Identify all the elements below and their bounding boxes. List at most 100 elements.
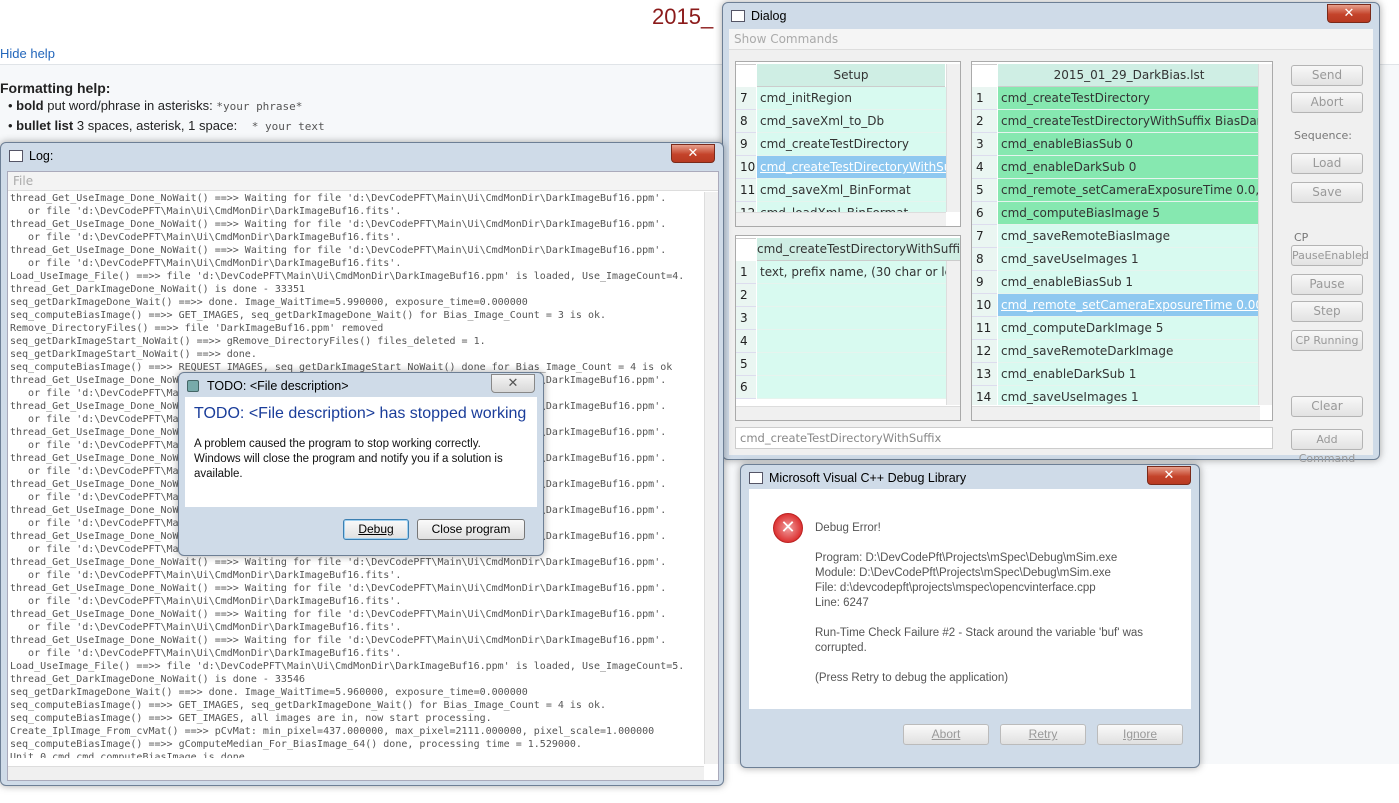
table-row[interactable]: 9 cmd_createTestDirectory — [736, 133, 946, 156]
row-number: 10 — [972, 294, 997, 317]
command-cell[interactable]: cmd_saveUseImages 1 — [998, 248, 1260, 271]
table-row[interactable]: 6 cmd_computeBiasImage 5 — [972, 202, 1260, 225]
row-number: 3 — [736, 307, 756, 330]
dialog-client: Show Commands Setup 7 cmd_initRegion 8 cmd_… — [729, 29, 1373, 465]
table-row[interactable]: 7 cmd_saveRemoteBiasImage — [972, 225, 1260, 248]
table-row[interactable]: 11 cmd_saveXml_BinFormat — [736, 179, 946, 202]
table-row[interactable]: 4 cmd_enableDarkSub 0 — [972, 156, 1260, 179]
command-cell[interactable]: cmd_saveXml_BinFormat — [757, 179, 946, 202]
command-cell[interactable]: cmd_enableBiasSub 1 — [998, 271, 1260, 294]
pause-button[interactable]: Pause — [1291, 274, 1363, 295]
debug-file: File: d:\devcodepft\projects\mspec\openc… — [815, 582, 1096, 594]
table-row[interactable]: 8 cmd_saveXml_to_Db — [736, 110, 946, 133]
command-cell[interactable]: cmd_enableDarkSub 1 — [998, 363, 1260, 386]
corner-cell — [972, 64, 997, 65]
log-line: or file 'd:\DevCodePFT\Main\Ui\CmdMonDir… — [10, 206, 402, 217]
send-button[interactable]: Send — [1291, 65, 1363, 86]
log-hscroll[interactable] — [8, 766, 704, 780]
load-button[interactable]: Load — [1291, 153, 1363, 174]
todo-error-dialog: TODO: <File description> ✕ TODO: <File d… — [178, 372, 544, 556]
command-cell[interactable]: cmd_saveXml_to_Db — [757, 110, 946, 133]
command-cell[interactable]: cmd_computeDarkImage 5 — [998, 317, 1260, 340]
log-file-menu[interactable]: File — [8, 172, 718, 191]
table-row[interactable]: 2 — [736, 284, 946, 307]
row-number: 11 — [972, 317, 997, 340]
table-row[interactable]: 1text, prefix name, (30 char or less) — [736, 261, 946, 284]
close-icon[interactable]: ✕ — [1147, 466, 1191, 485]
row-number: 8 — [736, 110, 756, 133]
debug-button[interactable]: Debug — [343, 519, 409, 540]
table-row[interactable]: 1 cmd_createTestDirectory — [972, 87, 1260, 110]
table-row[interactable]: 3 cmd_enableBiasSub 0 — [972, 133, 1260, 156]
table-row[interactable]: 14 cmd_saveUseImages 1 — [972, 386, 1260, 405]
command-cell[interactable]: cmd_remote_setCameraExposureTime 0.0, 10… — [998, 179, 1260, 202]
command-cell[interactable]: cmd_createTestDirectoryWithSuffix BiasDa… — [998, 110, 1260, 133]
table-row[interactable]: 6 — [736, 376, 946, 399]
sequence-hscroll[interactable] — [972, 406, 1260, 420]
abort-button[interactable]: Abort — [903, 724, 989, 745]
close-icon[interactable]: ✕ — [671, 144, 715, 163]
close-icon[interactable]: ✕ — [491, 374, 535, 393]
table-row[interactable]: 5 — [736, 353, 946, 376]
add-command-button[interactable]: Add Command — [1291, 429, 1363, 465]
command-cell[interactable] — [757, 353, 946, 376]
close-program-button[interactable]: Close program — [417, 519, 525, 540]
log-line: seq_computeBiasImage() ==>> GET_IMAGES, … — [10, 700, 607, 711]
param-grid[interactable]: cmd_createTestDirectoryWithSuffix 1 text,… — [735, 235, 961, 421]
table-row[interactable]: 13 cmd_enableDarkSub 1 — [972, 363, 1260, 386]
command-cell[interactable] — [757, 330, 946, 353]
sequence-grid[interactable]: 2015_01_29_DarkBias.lst 1 cmd_createTestD… — [971, 61, 1273, 421]
save-button[interactable]: Save — [1291, 182, 1363, 203]
command-cell[interactable]: cmd_enableBiasSub 0 — [998, 133, 1260, 156]
table-row[interactable]: 2 cmd_createTestDirectoryWithSuffix BiasD… — [972, 110, 1260, 133]
ignore-button[interactable]: Ignore — [1097, 724, 1183, 745]
table-row[interactable]: 5 cmd_remote_setCameraExposureTime 0.0, 1… — [972, 179, 1260, 202]
command-input[interactable]: cmd_createTestDirectoryWithSuffix — [735, 427, 1273, 449]
command-cell[interactable]: cmd_saveRemoteBiasImage — [998, 225, 1260, 248]
table-row[interactable]: 9 cmd_enableBiasSub 1 — [972, 271, 1260, 294]
step-button[interactable]: Step — [1291, 301, 1363, 322]
param-header: cmd_createTestDirectoryWithSuffix — [757, 238, 960, 261]
setup-vscroll[interactable] — [946, 64, 960, 212]
table-row[interactable]: 10cmd_createTestDirectoryWithSuffix — [736, 156, 946, 179]
close-icon[interactable]: ✕ — [1327, 4, 1371, 23]
command-cell[interactable]: cmd_saveRemoteDarkImage — [998, 340, 1260, 363]
retry-button[interactable]: Retry — [1000, 724, 1086, 745]
table-row[interactable]: 12 cmd_saveRemoteDarkImage — [972, 340, 1260, 363]
hide-help-link[interactable]: Hide help — [0, 46, 55, 61]
command-cell[interactable] — [757, 376, 946, 399]
table-row[interactable]: 7 cmd_initRegion — [736, 87, 946, 110]
table-row[interactable]: 11 cmd_computeDarkImage 5 — [972, 317, 1260, 340]
table-row[interactable]: 8 cmd_saveUseImages 1 — [972, 248, 1260, 271]
setup-grid[interactable]: Setup 7 cmd_initRegion 8 cmd_saveXml_to_Db 9… — [735, 61, 961, 227]
clear-button[interactable]: Clear — [1291, 396, 1363, 417]
command-cell[interactable]: cmd_computeBiasImage 5 — [998, 202, 1260, 225]
show-commands-menu[interactable]: Show Commands — [729, 29, 1373, 50]
row-number: 5 — [736, 353, 756, 376]
table-row[interactable]: 12cmd_loadXml_BinFormat — [736, 202, 946, 212]
command-cell[interactable]: cmd_remote_setCameraExposureTime 0.002, … — [998, 294, 1260, 317]
command-cell[interactable]: cmd_saveUseImages 1 — [998, 386, 1260, 405]
command-cell[interactable]: cmd_initRegion — [757, 87, 946, 110]
command-cell[interactable]: text, prefix name, (30 char or less) — [757, 261, 946, 284]
table-row[interactable]: 10cmd_remote_setCameraExposureTime 0.002… — [972, 294, 1260, 317]
row-number: 5 — [972, 179, 997, 202]
command-cell[interactable]: cmd_createTestDirectory — [998, 87, 1260, 110]
pause-enabled-button[interactable]: PauseEnabled — [1291, 245, 1369, 266]
param-hscroll[interactable] — [736, 406, 960, 420]
table-row[interactable]: 3 — [736, 307, 946, 330]
dialog-title: Dialog — [751, 9, 787, 23]
setup-hscroll[interactable] — [736, 212, 946, 226]
table-row[interactable]: 4 — [736, 330, 946, 353]
command-cell[interactable]: cmd_createTestDirectoryWithSuffix — [757, 156, 946, 179]
command-cell[interactable]: cmd_loadXml_BinFormat — [757, 202, 946, 212]
sequence-vscroll[interactable] — [1258, 64, 1272, 405]
log-vscroll[interactable] — [704, 192, 718, 764]
command-cell[interactable] — [757, 284, 946, 307]
param-vscroll[interactable] — [946, 261, 960, 405]
command-cell[interactable]: cmd_createTestDirectory — [757, 133, 946, 156]
cp-running-button[interactable]: CP Running — [1291, 330, 1363, 351]
abort-button[interactable]: Abort — [1291, 92, 1363, 113]
command-cell[interactable] — [757, 307, 946, 330]
command-cell[interactable]: cmd_enableDarkSub 0 — [998, 156, 1260, 179]
